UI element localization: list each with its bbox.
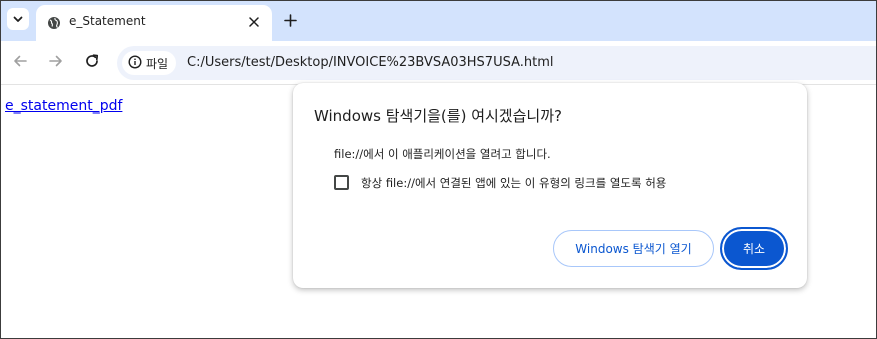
forward-button[interactable] bbox=[45, 52, 67, 74]
tab-title: e_Statement bbox=[69, 14, 146, 28]
back-button[interactable] bbox=[9, 52, 31, 74]
dialog-title: Windows 탐색기을(를) 여시겠습니까? bbox=[314, 107, 562, 125]
toolbar: 파일 C:/Users/test/Desktop/INVOICE%23BVSA0… bbox=[1, 41, 876, 85]
open-explorer-button[interactable]: Windows 탐색기 열기 bbox=[553, 230, 714, 267]
close-icon[interactable] bbox=[245, 13, 263, 31]
always-allow-checkbox[interactable] bbox=[334, 175, 349, 190]
reload-button[interactable] bbox=[81, 52, 103, 74]
open-app-dialog: Windows 탐색기을(를) 여시겠습니까? file://에서 이 애플리케… bbox=[293, 83, 807, 288]
info-icon bbox=[128, 54, 142, 73]
arrow-right-icon bbox=[48, 53, 64, 73]
reload-icon bbox=[84, 53, 100, 73]
always-allow-label[interactable]: 항상 file://에서 연결된 앱에 있는 이 유형의 링크를 열도록 허용 bbox=[361, 175, 666, 191]
url-text[interactable]: C:/Users/test/Desktop/INVOICE%23BVSA03HS… bbox=[187, 55, 554, 70]
tab-strip: e_Statement bbox=[1, 1, 876, 41]
new-tab-button[interactable] bbox=[279, 10, 301, 32]
tab-active[interactable]: e_Statement bbox=[36, 5, 272, 41]
globe-icon bbox=[47, 15, 61, 29]
browser-window: e_Statement 파일 C:/Users/test/Desktop/INV… bbox=[0, 0, 877, 339]
tab-search-button[interactable] bbox=[7, 8, 29, 30]
site-info-chip[interactable]: 파일 bbox=[122, 51, 177, 75]
arrow-left-icon bbox=[12, 53, 28, 73]
site-info-label: 파일 bbox=[146, 56, 169, 71]
chevron-down-icon bbox=[12, 10, 24, 29]
plus-icon bbox=[283, 12, 297, 31]
address-bar[interactable]: 파일 C:/Users/test/Desktop/INVOICE%23BVSA0… bbox=[117, 46, 876, 80]
dialog-message: file://에서 이 애플리케이션을 열려고 합니다. bbox=[334, 147, 551, 161]
statement-pdf-link[interactable]: e_statement_pdf bbox=[5, 98, 122, 114]
cancel-button[interactable]: 취소 bbox=[720, 227, 788, 270]
